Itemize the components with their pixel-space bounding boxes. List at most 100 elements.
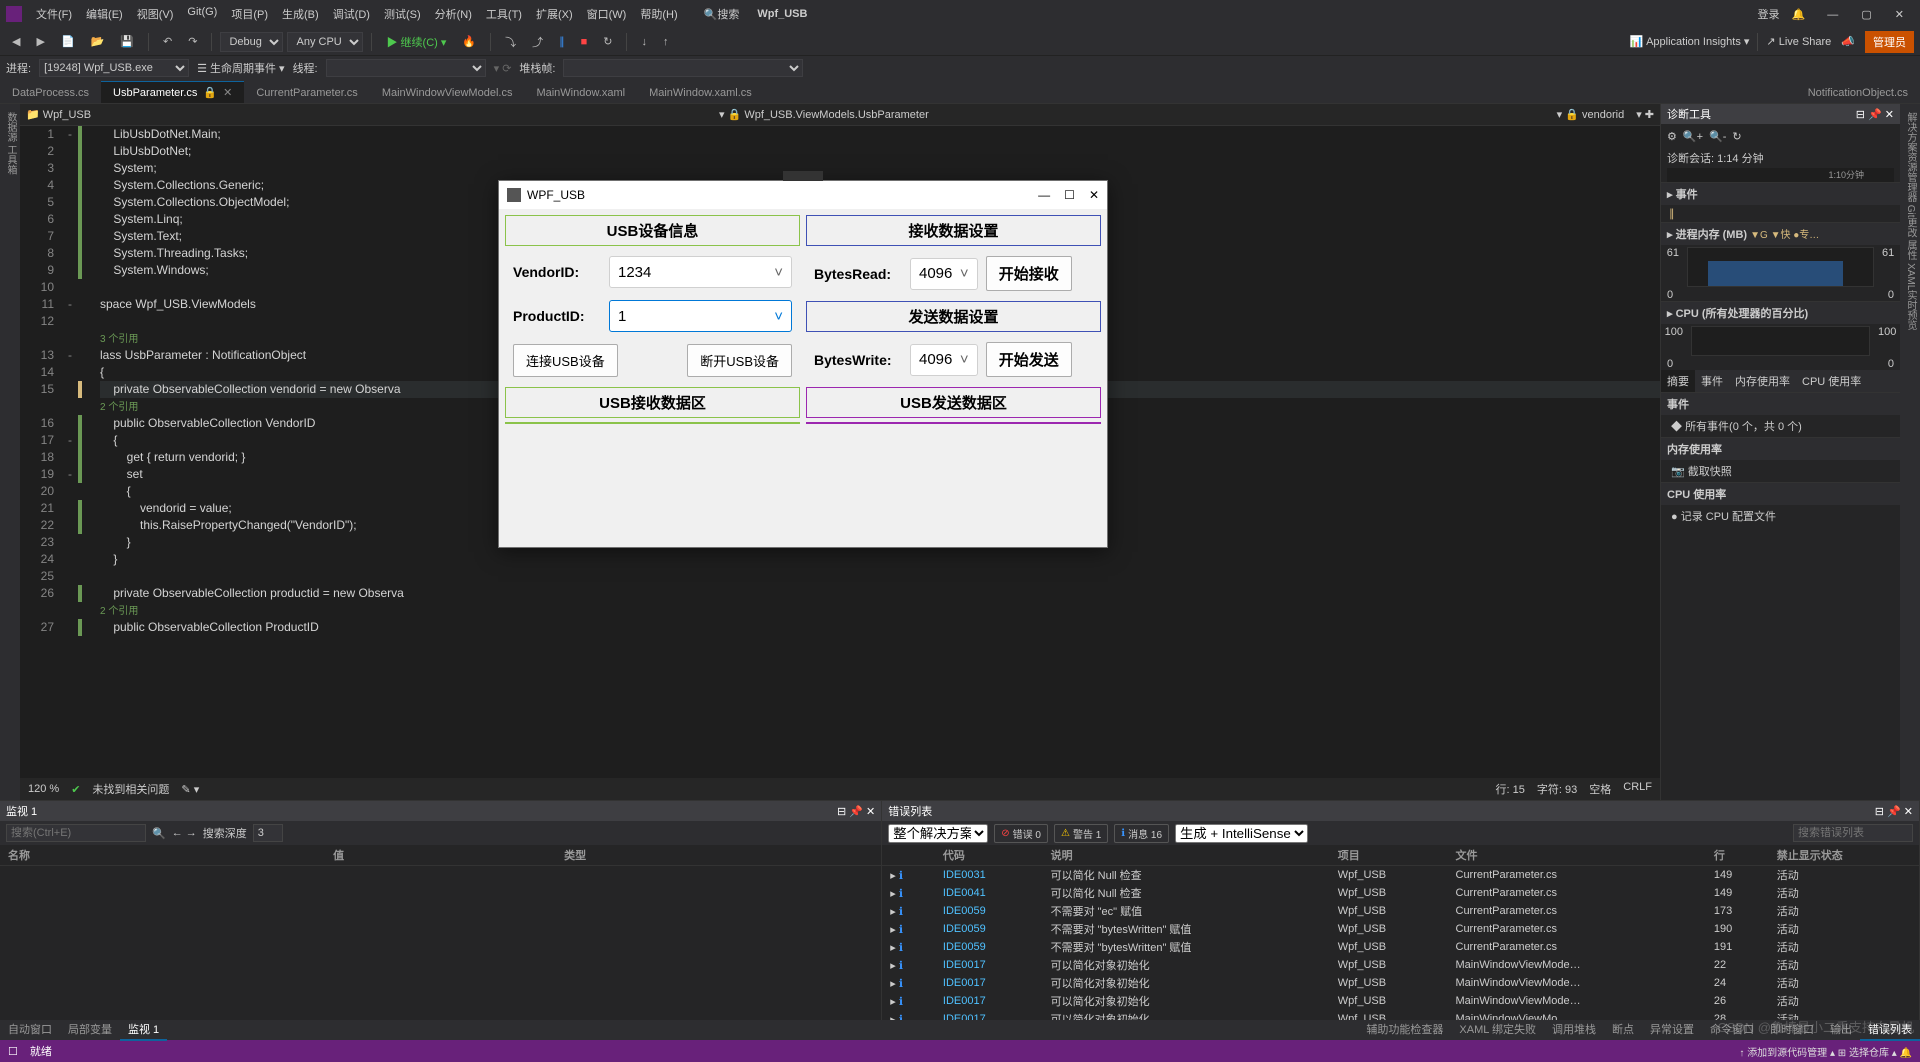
zoom-in-icon[interactable]: 🔍+ — [1683, 130, 1703, 143]
menu-item[interactable]: 分析(N) — [429, 2, 478, 26]
start-recv-button[interactable]: 开始接收 — [986, 256, 1072, 291]
error-row[interactable]: ▸ ℹIDE0031可以简化 Null 检查Wpf_USBCurrentPara… — [882, 866, 1919, 885]
step-over-icon[interactable]: ⤴ — [526, 32, 549, 52]
error-row[interactable]: ▸ ℹIDE0059不需要对 "ec" 赋值Wpf_USBCurrentPara… — [882, 902, 1919, 920]
pin-icon[interactable]: ⊟ 📌 — [1856, 109, 1882, 121]
file-tab[interactable]: UsbParameter.cs🔒✕ — [101, 81, 244, 103]
open-icon[interactable]: 📂 — [85, 33, 111, 50]
step-out-icon[interactable]: ↑ — [657, 34, 675, 50]
menu-item[interactable]: 扩展(X) — [530, 2, 579, 26]
diag-tab[interactable]: CPU 使用率 — [1796, 370, 1867, 392]
restart-icon[interactable]: ↻ — [597, 33, 618, 50]
errlist-search-input[interactable] — [1793, 824, 1913, 842]
connect-usb-button[interactable]: 连接USB设备 — [513, 344, 618, 377]
menu-item[interactable]: 帮助(H) — [634, 2, 683, 26]
search-depth-input[interactable] — [253, 824, 283, 842]
wpf-app-window[interactable]: WPF_USB — ☐ ✕ USB设备信息 VendorID: 1234˅ Pr… — [498, 180, 1108, 548]
gear-icon[interactable]: ⚙ — [1667, 130, 1677, 143]
admin-badge[interactable]: 管理员 — [1865, 31, 1914, 53]
pause-icon[interactable]: ∥ — [553, 33, 571, 50]
lifecycle-events[interactable]: ☰ 生命周期事件 ▾ — [197, 60, 285, 76]
hot-reload-icon[interactable]: 🔥 — [456, 33, 482, 50]
thread-select[interactable] — [326, 59, 486, 77]
menu-item[interactable]: 文件(F) — [30, 2, 78, 26]
stackframe-select[interactable] — [563, 59, 803, 77]
menu-item[interactable]: 工具(T) — [480, 2, 528, 26]
file-tab[interactable]: MainWindowViewModel.cs — [370, 83, 525, 103]
search-label[interactable]: 搜索 — [717, 6, 739, 22]
file-tab[interactable]: MainWindow.xaml — [524, 83, 637, 103]
error-row[interactable]: ▸ ℹIDE0017可以简化对象初始化Wpf_USBMainWindowView… — [882, 956, 1919, 974]
zoom-level[interactable]: 120 % — [28, 783, 59, 795]
start-send-button[interactable]: 开始发送 — [986, 342, 1072, 377]
config-select[interactable]: Debug — [220, 32, 283, 52]
live-share-button[interactable]: ↗ Live Share — [1766, 35, 1831, 48]
nav-fwd-icon[interactable]: ▶ — [30, 33, 50, 50]
productid-combo[interactable]: 1˅ — [609, 300, 792, 332]
cpu-chart[interactable] — [1691, 326, 1870, 356]
redo-icon[interactable]: ↷ — [182, 33, 203, 50]
watch-search-input[interactable] — [6, 824, 146, 842]
timeline-ruler[interactable]: 1:10分钟 — [1667, 168, 1894, 182]
save-all-icon[interactable]: 💾 — [114, 33, 140, 50]
diag-tab[interactable]: 摘要 — [1661, 370, 1695, 392]
diag-tab[interactable]: 内存使用率 — [1729, 370, 1796, 392]
bottom-tab[interactable]: XAML 绑定失败 — [1451, 1019, 1544, 1041]
undo-icon[interactable]: ↶ — [157, 33, 178, 50]
snapshot-button[interactable]: 📷 截取快照 — [1661, 460, 1900, 482]
nav-back-icon[interactable]: ◀ — [6, 33, 26, 50]
stop-icon[interactable]: ■ — [575, 34, 594, 50]
add-source-control[interactable]: ↑ 添加到源代码管理 ▴ — [1739, 1048, 1835, 1059]
error-row[interactable]: ▸ ℹIDE0059不需要对 "bytesWritten" 赋值Wpf_USBC… — [882, 938, 1919, 956]
left-rail[interactable]: 数据源 工具箱 — [0, 104, 20, 800]
search-icon[interactable]: 🔍 — [704, 8, 718, 21]
continue-button[interactable]: ▶ 继续(C) ▾ — [380, 32, 452, 52]
send-data-box[interactable] — [806, 422, 1101, 424]
step-icon[interactable]: ⤵ — [499, 32, 522, 52]
close-icon[interactable]: ✕ — [1885, 109, 1894, 121]
file-tab[interactable]: DataProcess.cs — [0, 83, 101, 103]
error-row[interactable]: ▸ ℹIDE0017可以简化对象初始化Wpf_USBMainWindowView… — [882, 992, 1919, 1010]
maximize-icon[interactable]: ▢ — [1851, 9, 1881, 21]
scope-select[interactable]: 整个解决方案 — [888, 824, 988, 843]
error-list-table[interactable]: 代码说明项目文件行禁止显示状态 ▸ ℹIDE0031可以简化 Null 检查Wp… — [882, 845, 1919, 1020]
messages-filter[interactable]: ℹ消息 16 — [1114, 824, 1169, 843]
nav-project[interactable]: 📁 Wpf_USB — [26, 108, 91, 121]
wpf-minimize-icon[interactable]: — — [1038, 188, 1050, 202]
wpf-maximize-icon[interactable]: ☐ — [1064, 188, 1075, 202]
recv-data-box[interactable] — [505, 422, 800, 424]
app-insights[interactable]: 📊 Application Insights ▾ — [1630, 35, 1750, 48]
menu-item[interactable]: 生成(B) — [276, 2, 325, 26]
bottom-tab[interactable]: 异常设置 — [1642, 1019, 1702, 1041]
close-icon[interactable]: ✕ — [1885, 9, 1914, 21]
menu-item[interactable]: 视图(V) — [131, 2, 180, 26]
notifications-icon[interactable]: 🔔 — [1792, 8, 1806, 21]
process-select[interactable]: [19248] Wpf_USB.exe — [39, 59, 189, 77]
split-icon[interactable]: ▾ ✚ — [1636, 108, 1654, 121]
file-tab[interactable]: MainWindow.xaml.cs — [637, 83, 764, 103]
reset-icon[interactable]: ↻ — [1732, 130, 1741, 143]
right-rail[interactable]: 解决方案资源管理器 Git更改 属性 XAML实时预览 — [1900, 104, 1920, 800]
menu-item[interactable]: 调试(D) — [327, 2, 376, 26]
zoom-out-icon[interactable]: 🔍- — [1709, 130, 1726, 143]
feedback-icon[interactable]: 📣 — [1835, 33, 1861, 50]
new-file-icon[interactable]: 📄 — [55, 33, 81, 50]
bottom-tab[interactable]: 辅助功能检查器 — [1358, 1019, 1451, 1041]
menu-item[interactable]: 项目(P) — [225, 2, 274, 26]
login-button[interactable]: 登录 — [1758, 6, 1780, 22]
nav-class[interactable]: ▾ 🔒 Wpf_USB.ViewModels.UsbParameter — [103, 108, 1545, 121]
bottom-tab[interactable]: 调用堆栈 — [1544, 1019, 1604, 1041]
bottom-tab[interactable]: 自动窗口 — [0, 1019, 60, 1041]
line-ending[interactable]: CRLF — [1623, 781, 1652, 797]
diag-tab[interactable]: 事件 — [1695, 370, 1729, 392]
byteswrite-combo[interactable]: 4096˅ — [910, 344, 978, 376]
debug-toolbar-icon[interactable] — [783, 171, 823, 181]
file-tab[interactable]: NotificationObject.cs — [1796, 83, 1920, 103]
diag-events-item[interactable]: ◆ 所有事件(0 个，共 0 个) — [1661, 415, 1900, 437]
watch-table[interactable]: 名称值类型 — [0, 845, 881, 866]
platform-select[interactable]: Any CPU — [287, 32, 363, 52]
step-into-icon[interactable]: ↓ — [635, 34, 653, 50]
wpf-close-icon[interactable]: ✕ — [1089, 188, 1099, 202]
nav-member[interactable]: ▾ 🔒 vendorid — [1557, 108, 1625, 121]
error-row[interactable]: ▸ ℹIDE0017可以简化对象初始化Wpf_USBMainWindowView… — [882, 974, 1919, 992]
